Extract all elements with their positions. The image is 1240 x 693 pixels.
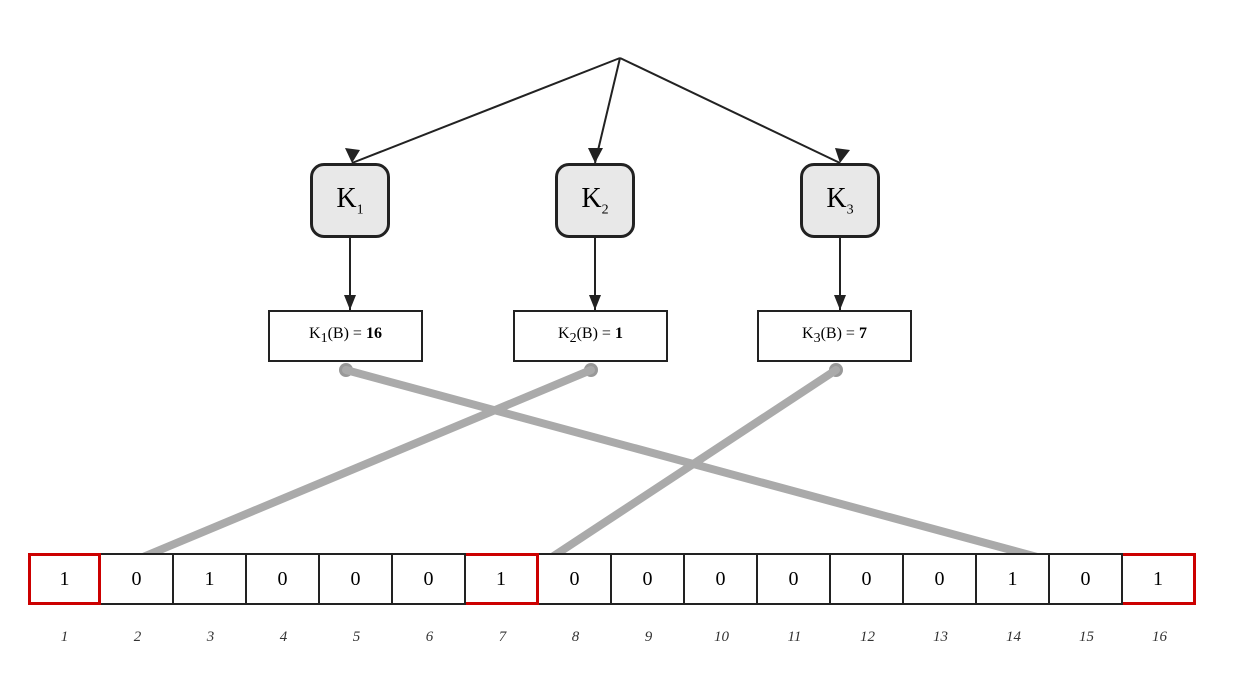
k1-box: K1 xyxy=(310,163,390,238)
k2-box: K2 xyxy=(555,163,635,238)
bit-cell-13: 0 xyxy=(904,553,977,605)
bit-array: 1010001000000101 xyxy=(28,553,1196,605)
bit-cell-4: 0 xyxy=(247,553,320,605)
k3-box: K3 xyxy=(800,163,880,238)
index-cell-14: 14 xyxy=(977,617,1050,657)
bit-cell-16: 1 xyxy=(1123,553,1196,605)
bit-cell-8: 0 xyxy=(539,553,612,605)
bit-cell-12: 0 xyxy=(831,553,904,605)
result-box-1: K1(B) = 16 xyxy=(268,310,423,362)
bit-cell-11: 0 xyxy=(758,553,831,605)
index-cell-2: 2 xyxy=(101,617,174,657)
bit-cell-14: 1 xyxy=(977,553,1050,605)
index-cell-11: 11 xyxy=(758,617,831,657)
index-cell-7: 7 xyxy=(466,617,539,657)
index-cell-9: 9 xyxy=(612,617,685,657)
diagram-container: K1 K2 K3 K1(B) = 16 K2(B) = 1 K3(B) = 7 xyxy=(0,0,1240,693)
bit-cell-5: 0 xyxy=(320,553,393,605)
index-cell-1: 1 xyxy=(28,617,101,657)
bit-cell-1: 1 xyxy=(28,553,101,605)
bit-cell-9: 0 xyxy=(612,553,685,605)
index-cell-12: 12 xyxy=(831,617,904,657)
index-cell-13: 13 xyxy=(904,617,977,657)
index-cell-16: 16 xyxy=(1123,617,1196,657)
bit-cell-6: 0 xyxy=(393,553,466,605)
index-cell-10: 10 xyxy=(685,617,758,657)
bit-cell-2: 0 xyxy=(101,553,174,605)
bit-cell-7: 1 xyxy=(466,553,539,605)
index-cell-6: 6 xyxy=(393,617,466,657)
index-cell-8: 8 xyxy=(539,617,612,657)
index-cell-15: 15 xyxy=(1050,617,1123,657)
result-box-2: K2(B) = 1 xyxy=(513,310,668,362)
result-box-3: K3(B) = 7 xyxy=(757,310,912,362)
bit-cell-3: 1 xyxy=(174,553,247,605)
bit-cell-10: 0 xyxy=(685,553,758,605)
index-cell-4: 4 xyxy=(247,617,320,657)
index-array: 12345678910111213141516 xyxy=(28,617,1196,657)
bit-cell-15: 0 xyxy=(1050,553,1123,605)
index-cell-5: 5 xyxy=(320,617,393,657)
index-cell-3: 3 xyxy=(174,617,247,657)
